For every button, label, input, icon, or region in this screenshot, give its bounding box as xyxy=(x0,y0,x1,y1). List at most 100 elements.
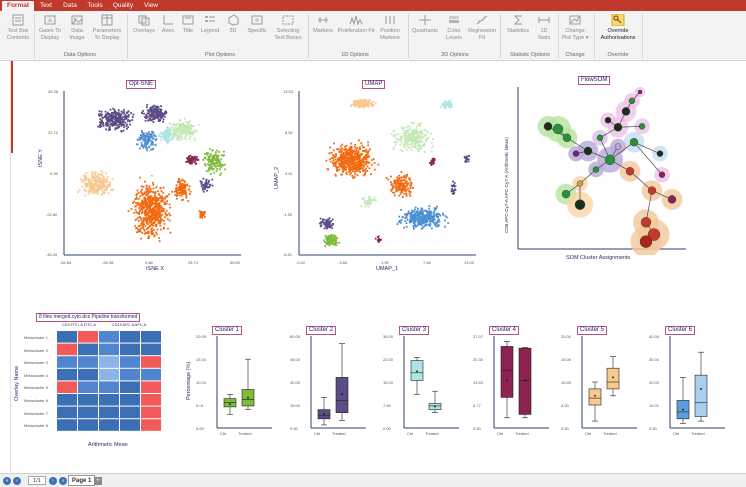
page-tab[interactable]: Page 1 xyxy=(68,475,96,486)
boxplot-title[interactable]: Cluster 2 xyxy=(306,326,337,335)
quadrants-button[interactable]: Quadrants xyxy=(410,14,440,35)
cell-point xyxy=(145,114,147,116)
cell-point xyxy=(390,181,392,184)
cell-point xyxy=(97,125,100,128)
boxplot-chart[interactable] xyxy=(216,336,274,432)
parameters-to-display-button[interactable]: Parameters To Display xyxy=(91,14,123,41)
tab-text[interactable]: Text xyxy=(36,1,56,11)
overlays-button[interactable]: Overlays xyxy=(131,14,157,35)
cell-point xyxy=(182,128,185,131)
cell-point xyxy=(356,157,359,160)
cell-point xyxy=(178,183,181,186)
tab-view[interactable]: View xyxy=(142,1,160,11)
cell-point xyxy=(356,104,358,107)
regression-icon xyxy=(476,15,488,25)
cell-point xyxy=(111,178,114,180)
cell-point xyxy=(405,180,408,182)
markers-button[interactable]: Markers xyxy=(311,14,335,35)
cell-point xyxy=(400,184,403,187)
add-page-icon[interactable]: + xyxy=(94,477,102,485)
cell-point xyxy=(419,209,422,212)
umap-title[interactable]: UMAP xyxy=(362,80,386,89)
axes-button[interactable]: Axes xyxy=(159,14,177,35)
3d-button[interactable]: 3D xyxy=(223,14,243,35)
optsne-plot[interactable] xyxy=(55,89,245,261)
gates-to-display-button[interactable]: Gates To Display xyxy=(37,14,63,41)
color-levels-button[interactable]: Color Levels xyxy=(442,14,466,41)
cell-point xyxy=(329,238,332,241)
cell-point xyxy=(338,150,341,153)
next-page-icon[interactable]: › xyxy=(49,477,57,485)
flowsom-plot[interactable] xyxy=(512,85,690,255)
heatmap-title[interactable]: 8 files merged.cyto.dcs Pipeline transfo… xyxy=(36,313,141,322)
cell-point xyxy=(122,119,125,121)
cell-point xyxy=(372,100,375,103)
boxplot-title[interactable]: Cluster 6 xyxy=(665,326,696,335)
legend-button[interactable]: Legend xyxy=(199,14,221,35)
cell-point xyxy=(410,149,413,152)
override-authorisations-button[interactable]: Override Authorisations xyxy=(597,14,639,41)
layout-page[interactable]: Opt-SNE 45.38 22.72 0.06 -22.60 -45.26 -… xyxy=(0,61,746,473)
page-number-input[interactable]: 1/1 xyxy=(28,476,46,485)
boxplot-chart[interactable] xyxy=(581,336,639,432)
boxplot-title[interactable]: Cluster 1 xyxy=(212,326,243,335)
cell-point xyxy=(156,208,158,210)
tab-data[interactable]: Data xyxy=(60,1,80,11)
cell-point xyxy=(192,158,195,161)
tab-quality[interactable]: Quality xyxy=(111,1,135,11)
boxplot-title[interactable]: Cluster 4 xyxy=(489,326,520,335)
cell-point xyxy=(160,200,162,203)
cell-point xyxy=(83,177,86,180)
umap-plot[interactable] xyxy=(290,89,480,261)
change-plot-type-label: Change Plot Type ▾ xyxy=(561,28,589,41)
cell-point xyxy=(177,189,180,192)
1d-stats-button[interactable]: 1D Stats xyxy=(535,14,553,41)
position-markers-button[interactable]: Position Markers xyxy=(376,14,404,41)
boxplot-ytick: 10.03 xyxy=(196,380,207,385)
cell-point xyxy=(142,217,145,219)
data-image-button[interactable]: Data Image xyxy=(65,14,89,41)
boxplot-chart[interactable] xyxy=(669,336,727,432)
cell-point xyxy=(140,191,143,194)
statistics-label: Statistics xyxy=(506,28,529,34)
specific-button[interactable]: Specific xyxy=(245,14,269,35)
cell-point xyxy=(153,118,156,121)
boxplot-title[interactable]: Cluster 5 xyxy=(577,326,608,335)
boxplot-title[interactable]: Cluster 3 xyxy=(399,326,430,335)
cell-point xyxy=(377,241,380,243)
heatmap-cell xyxy=(78,419,98,431)
regression-fit-button[interactable]: Regression Fit xyxy=(468,14,496,41)
flowsom-node xyxy=(628,97,636,105)
flowsom-title[interactable]: FlowSOM xyxy=(578,76,611,85)
cell-point xyxy=(353,100,356,102)
last-page-icon[interactable]: » xyxy=(59,477,67,485)
selecting-text-boxes-button[interactable]: Selecting Text Boxes xyxy=(271,14,305,41)
proliferation-fit-button[interactable]: Proliferation Fit xyxy=(337,14,375,35)
prev-page-icon[interactable]: ‹ xyxy=(13,477,21,485)
cell-point xyxy=(145,184,148,187)
optsne-title[interactable]: Opt-SNE xyxy=(126,80,157,89)
boxplot-chart[interactable] xyxy=(493,336,551,432)
statistics-button[interactable]: Statistics xyxy=(503,14,533,35)
cell-point xyxy=(404,217,407,219)
change-plot-type-button[interactable]: Change Plot Type ▾ xyxy=(560,14,590,41)
cell-point xyxy=(421,220,423,223)
cell-point xyxy=(186,133,189,135)
heatmap-grid[interactable] xyxy=(56,330,166,434)
cell-point xyxy=(180,138,183,141)
cell-point xyxy=(155,223,158,226)
cell-point xyxy=(103,192,106,194)
cell-point xyxy=(152,187,155,190)
text-box-contents-button[interactable]: Text Box Contents xyxy=(4,14,32,41)
boxplot-chart[interactable] xyxy=(310,336,368,432)
stats-icon xyxy=(538,17,550,23)
first-page-icon[interactable]: « xyxy=(3,477,11,485)
tab-format[interactable]: Format xyxy=(2,1,34,11)
cell-point xyxy=(451,192,454,195)
tab-tools[interactable]: Tools xyxy=(85,1,105,11)
boxplot-chart[interactable] xyxy=(403,336,461,432)
group-separator xyxy=(642,14,643,58)
cell-point xyxy=(364,205,367,208)
title-button[interactable]: Title xyxy=(179,14,197,35)
cell-point xyxy=(157,114,160,116)
